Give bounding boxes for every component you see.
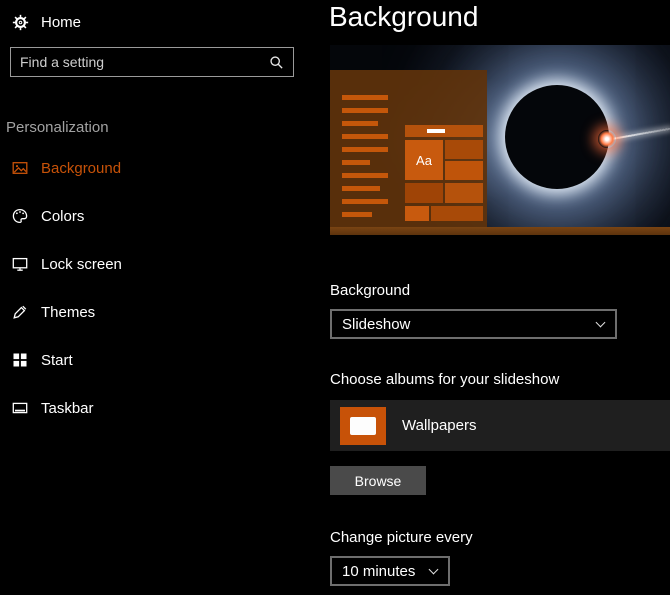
preview-tile-aa: Aa [405,140,443,180]
preview-tile [405,183,443,203]
preview-tile [445,183,483,203]
menu-line [342,147,388,152]
gear-icon [12,14,29,31]
dropdown-selected-value: Slideshow [342,316,410,333]
search-input[interactable] [11,48,267,76]
menu-line [342,160,370,165]
dropdown-selected-value: 10 minutes [342,563,415,580]
taskbar-icon [12,400,28,416]
personalization-heading: Personalization [6,119,109,136]
interval-section-label: Change picture every [330,529,473,546]
preview-impact-glow [598,130,616,148]
sidebar-item-label: Start [41,352,73,369]
menu-line [342,95,388,100]
preview-tile-wide [405,125,483,137]
preview-taskbar-strip [330,227,670,235]
preview-tile-highlight [427,129,445,133]
picture-icon [12,160,28,176]
background-preview: Aa [330,45,670,235]
settings-sidebar: Home Personalization Background [0,0,300,595]
preview-start-menu: Aa [330,70,487,228]
sidebar-item-label: Colors [41,208,84,225]
picture-interval-dropdown[interactable]: 10 minutes [330,556,450,586]
albums-section-label: Choose albums for your slideshow [330,371,559,388]
menu-line [342,134,388,139]
grid-icon [12,352,28,368]
preview-tiles: Aa [405,125,485,224]
preview-tile [445,161,483,180]
menu-line [342,199,388,204]
menu-line [342,212,372,217]
album-item-wallpapers[interactable]: Wallpapers [330,400,670,451]
sidebar-item-start[interactable]: Start [0,336,300,384]
sidebar-item-colors[interactable]: Colors [0,192,300,240]
search-icon[interactable] [267,55,293,70]
home-button[interactable]: Home [12,7,81,37]
sidebar-item-themes[interactable]: Themes [0,288,300,336]
sidebar-item-lock-screen[interactable]: Lock screen [0,240,300,288]
sidebar-item-label: Background [41,160,121,177]
menu-line [342,108,388,113]
picture-glyph [350,417,376,435]
preview-tile [431,206,483,221]
chevron-down-icon [429,564,439,574]
palette-icon [12,208,28,224]
search-box [10,47,294,77]
album-picture-icon [340,407,386,445]
sidebar-item-taskbar[interactable]: Taskbar [0,384,300,432]
background-section-label: Background [330,282,410,299]
album-name: Wallpapers [402,417,476,434]
menu-line [342,186,380,191]
browse-button[interactable]: Browse [330,466,426,495]
monitor-icon [12,256,28,272]
chevron-down-icon [596,317,606,327]
sidebar-item-background[interactable]: Background [0,144,300,192]
menu-line [342,121,378,126]
page-title: Background [329,1,478,33]
background-style-dropdown[interactable]: Slideshow [330,309,617,339]
menu-line [342,173,388,178]
sidebar-nav: Background Colors Lock sc [0,144,300,432]
sidebar-item-label: Taskbar [41,400,94,417]
pen-icon [12,304,28,320]
preview-menu-lines [342,95,388,225]
preview-tile [445,140,483,159]
preview-tile [405,206,429,221]
sidebar-item-label: Lock screen [41,256,122,273]
home-label: Home [41,14,81,31]
preview-planet [505,85,609,189]
sidebar-item-label: Themes [41,304,95,321]
